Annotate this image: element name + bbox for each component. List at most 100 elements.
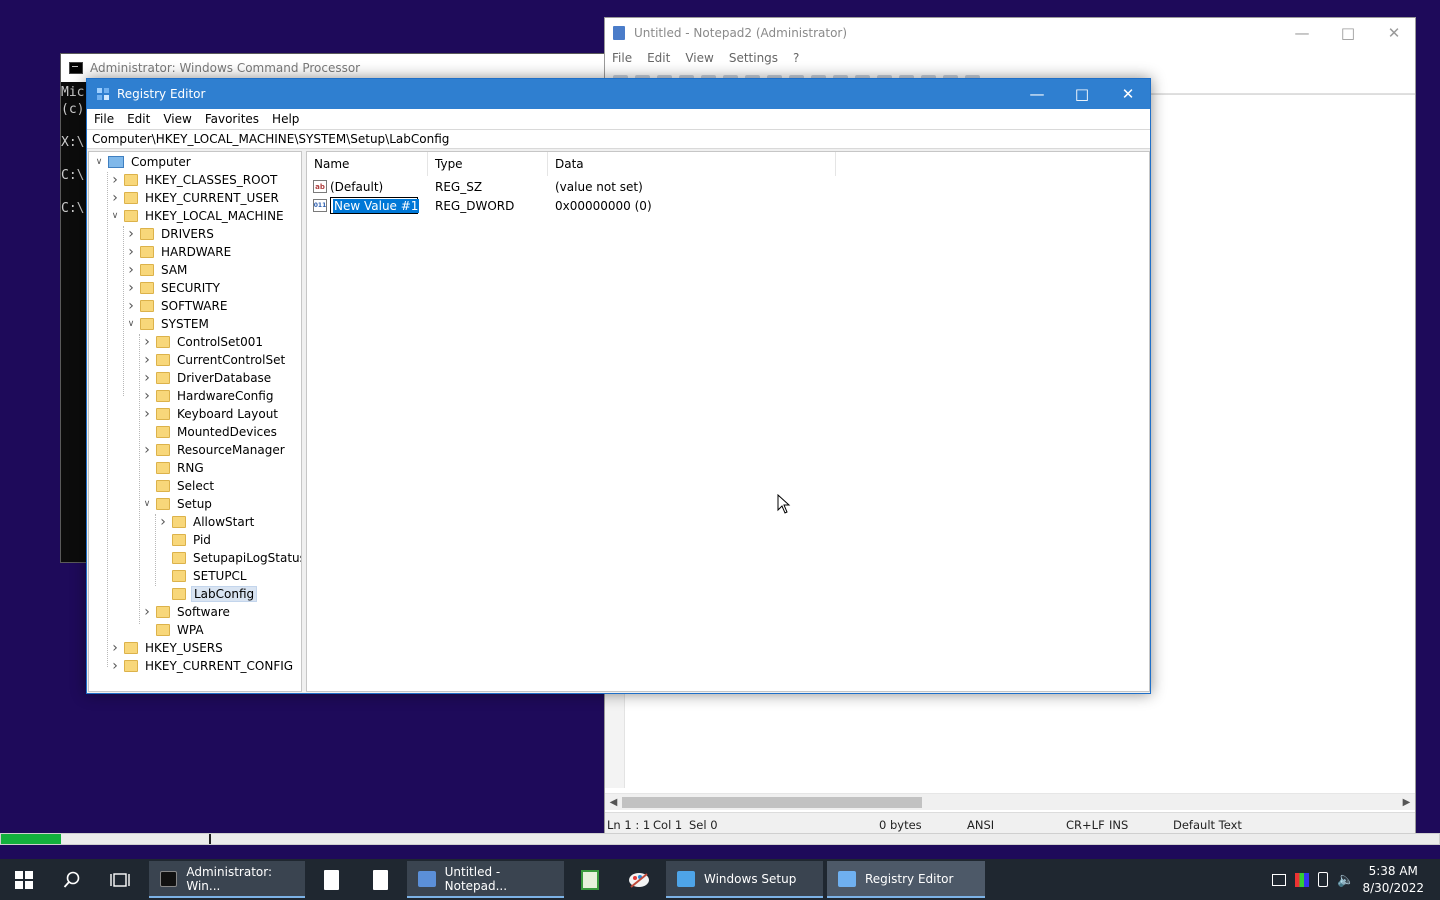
registry-tree[interactable]: ∨ Computer › HKEY_CLASSES_ROOT › HKEY_CURRENT… — [88, 151, 302, 692]
status-scheme[interactable]: Default Text — [1173, 818, 1242, 832]
chevron-right-icon[interactable]: › — [141, 441, 153, 459]
tree-node[interactable]: ∨ HKEY_LOCAL_MACHINE — [109, 207, 286, 225]
chevron-right-icon[interactable]: › — [141, 369, 153, 387]
chevron-down-icon[interactable]: ∨ — [141, 495, 153, 513]
tree-node[interactable]: ∨ Computer — [93, 153, 193, 171]
tree-node[interactable]: ∨ SYSTEM — [125, 315, 211, 333]
notepad-hscroll-thumb[interactable] — [622, 797, 922, 808]
chevron-right-icon[interactable]: › — [141, 333, 153, 351]
chevron-right-icon[interactable]: › — [125, 261, 137, 279]
column-header-data[interactable]: Data — [548, 152, 836, 176]
status-eol[interactable]: CR+LF — [1066, 818, 1105, 832]
tree-node[interactable]: › SAM — [125, 261, 189, 279]
tree-node[interactable]: RNG — [141, 459, 206, 477]
chevron-right-icon[interactable]: › — [109, 171, 121, 189]
taskbar-button-notepad[interactable]: Untitled - Notepad... — [407, 861, 564, 898]
notepad-menu-settings[interactable]: Settings — [729, 51, 778, 65]
taskbar-button-cmd[interactable]: Administrator: Win... — [149, 861, 305, 898]
tree-node[interactable]: LabConfig — [157, 585, 258, 603]
battery-icon[interactable] — [1318, 872, 1328, 887]
regedit-maximize-button[interactable]: □ — [1059, 79, 1105, 109]
value-row[interactable]: ab (Default) REG_SZ (value not set) — [307, 177, 1149, 196]
taskbar-clock[interactable]: 5:38 AM 8/30/2022 — [1362, 863, 1424, 897]
chevron-down-icon[interactable]: ∨ — [109, 207, 121, 225]
chevron-right-icon[interactable]: › — [125, 225, 137, 243]
taskbar-button-windows-setup[interactable]: Windows Setup — [666, 861, 823, 898]
value-name-editing[interactable]: New Value #1 — [333, 198, 420, 213]
notepad-maximize-button[interactable]: □ — [1325, 18, 1371, 48]
tree-node[interactable]: › SECURITY — [125, 279, 222, 297]
regedit-menu-favorites[interactable]: Favorites — [205, 112, 259, 126]
tree-node[interactable]: › HKEY_CURRENT_CONFIG — [109, 657, 295, 675]
regedit-window[interactable]: Registry Editor — □ ✕ File Edit View Fav… — [86, 78, 1151, 694]
start-button[interactable] — [0, 859, 48, 900]
taskbar-button-file-2[interactable] — [357, 859, 403, 900]
notepad-menu-file[interactable]: File — [612, 51, 632, 65]
tree-node[interactable]: SetupapiLogStatus — [157, 549, 301, 567]
tree-node[interactable]: › ResourceManager — [141, 441, 287, 459]
chevron-right-icon[interactable]: › — [157, 513, 169, 531]
column-header-type[interactable]: Type — [428, 152, 548, 176]
regedit-menu-file[interactable]: File — [94, 112, 114, 126]
scroll-right-icon[interactable]: ▶ — [1398, 794, 1415, 811]
chevron-down-icon[interactable]: ∨ — [93, 153, 105, 171]
tree-node[interactable]: › SOFTWARE — [125, 297, 229, 315]
tree-node[interactable]: › HardwareConfig — [141, 387, 275, 405]
value-rename-input[interactable]: New Value #1 — [330, 197, 420, 214]
column-header-name[interactable]: Name — [307, 152, 428, 176]
tree-node[interactable]: › HKEY_USERS — [109, 639, 225, 657]
tree-node[interactable]: › AllowStart — [157, 513, 256, 531]
regedit-menu-help[interactable]: Help — [272, 112, 299, 126]
taskbar-button-file-1[interactable] — [308, 859, 354, 900]
notepad-menu-help[interactable]: ? — [793, 51, 799, 65]
chevron-right-icon[interactable]: › — [125, 297, 137, 315]
status-ins[interactable]: INS — [1109, 818, 1128, 832]
notepad-close-button[interactable]: ✕ — [1371, 18, 1417, 48]
scroll-left-icon[interactable]: ◀ — [605, 794, 622, 811]
regedit-close-button[interactable]: ✕ — [1105, 79, 1151, 109]
chevron-right-icon[interactable]: › — [141, 387, 153, 405]
value-row[interactable]: 011 New Value #1 REG_DWORD 0x00000000 (0… — [307, 196, 1149, 215]
regedit-address-bar[interactable]: Computer\HKEY_LOCAL_MACHINE\SYSTEM\Setup… — [87, 129, 1150, 149]
notepad-menu-edit[interactable]: Edit — [647, 51, 670, 65]
tree-node[interactable]: › Software — [141, 603, 232, 621]
tree-node[interactable]: Select — [141, 477, 216, 495]
network-icon[interactable] — [1272, 873, 1286, 886]
chevron-right-icon[interactable]: › — [109, 639, 121, 657]
taskbar-button-regedit[interactable]: Registry Editor — [827, 861, 985, 898]
notepad-hscrollbar[interactable]: ◀ ▶ — [605, 793, 1415, 810]
registry-values-list[interactable]: Name Type Data ab (Default) REG_SZ (valu… — [306, 151, 1150, 692]
chevron-right-icon[interactable]: › — [125, 279, 137, 297]
tree-node[interactable]: › DriverDatabase — [141, 369, 273, 387]
tree-node[interactable]: MountedDevices — [141, 423, 279, 441]
color-icon[interactable] — [1295, 872, 1309, 887]
tree-node[interactable]: Pid — [157, 531, 213, 549]
tree-node[interactable]: › HKEY_CURRENT_USER — [109, 189, 281, 207]
chevron-right-icon[interactable]: › — [125, 243, 137, 261]
tree-node[interactable]: › HKEY_CLASSES_ROOT — [109, 171, 279, 189]
taskbar-button-notepad-green[interactable] — [567, 859, 613, 900]
tree-node[interactable]: › Keyboard Layout — [141, 405, 280, 423]
chevron-down-icon[interactable]: ∨ — [125, 315, 137, 333]
regedit-titlebar[interactable]: Registry Editor — [87, 79, 1150, 109]
notepad-minimize-button[interactable]: — — [1279, 18, 1325, 48]
chevron-right-icon[interactable]: › — [141, 405, 153, 423]
search-button[interactable] — [48, 859, 96, 900]
tree-node[interactable]: › HARDWARE — [125, 243, 233, 261]
tree-node[interactable]: › DRIVERS — [125, 225, 216, 243]
tree-node[interactable]: ∨ Setup — [141, 495, 214, 513]
chevron-right-icon[interactable]: › — [141, 603, 153, 621]
regedit-menu-edit[interactable]: Edit — [127, 112, 150, 126]
status-encoding[interactable]: ANSI — [967, 818, 994, 832]
tree-node[interactable]: › ControlSet001 — [141, 333, 265, 351]
tree-node[interactable]: › CurrentControlSet — [141, 351, 287, 369]
task-view-button[interactable] — [96, 859, 144, 900]
taskbar-button-paint[interactable] — [616, 859, 662, 900]
tree-node[interactable]: SETUPCL — [157, 567, 249, 585]
tree-node[interactable]: WPA — [141, 621, 206, 639]
volume-muted-icon[interactable]: 🔈 — [1337, 872, 1354, 888]
chevron-right-icon[interactable]: › — [141, 351, 153, 369]
notepad-menu-view[interactable]: View — [685, 51, 713, 65]
regedit-minimize-button[interactable]: — — [1014, 79, 1060, 109]
regedit-menu-view[interactable]: View — [163, 112, 191, 126]
